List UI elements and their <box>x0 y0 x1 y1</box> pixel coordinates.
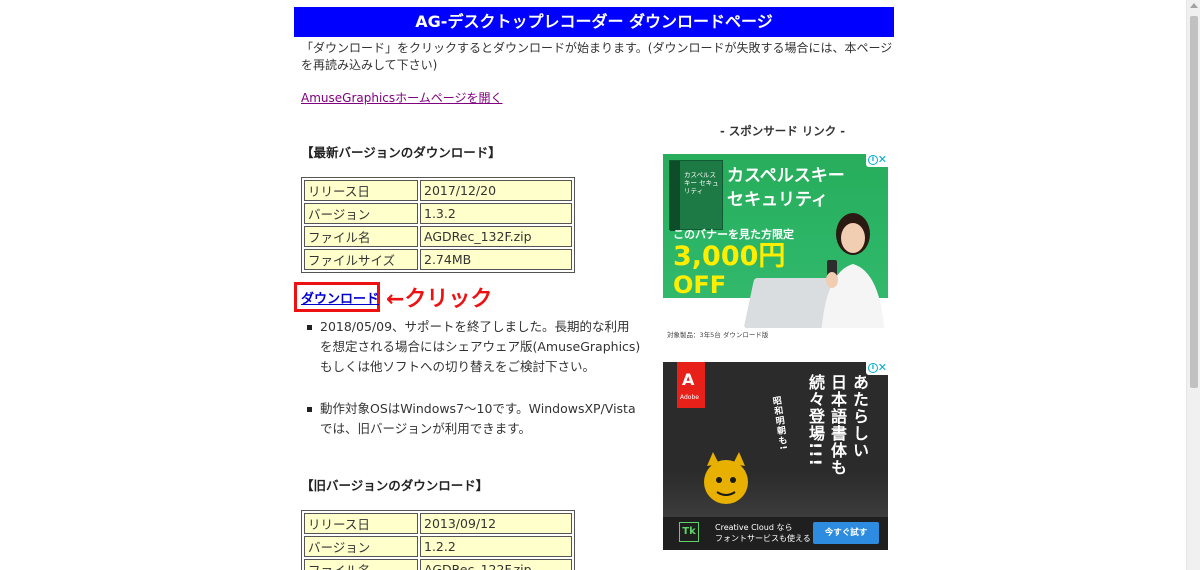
ad-vertical-text: 続々登場!!! <box>806 374 825 467</box>
ad-vertical-small-text: 昭和明朝も! <box>770 395 788 452</box>
bullet-icon <box>307 325 312 330</box>
adobe-logo-name: Adobe <box>680 394 699 401</box>
bullet-icon <box>307 407 312 412</box>
table-row: バージョン 1.3.2 <box>304 203 572 224</box>
table-value: 2.74MB <box>420 249 572 270</box>
ad-choices-icon[interactable]: i ✕ <box>866 362 888 375</box>
adobe-logo: A Adobe <box>677 362 705 408</box>
table-key: ファイル名 <box>304 559 418 570</box>
table-row: リリース日 2013/09/12 <box>304 513 572 534</box>
table-key: ファイル名 <box>304 226 418 247</box>
table-row: バージョン 1.2.2 <box>304 536 572 557</box>
ad-footer-text: Creative Cloud なら フォントサービスも使える <box>715 522 811 544</box>
table-key: バージョン <box>304 536 418 557</box>
table-row: ファイル名AGDRec_122F.zip <box>304 559 572 570</box>
scroll-up-arrow-icon[interactable] <box>1190 3 1198 8</box>
note-text: 2018/05/09、サポートを終了しました。長期的な利用を想定される場合にはシ… <box>320 319 641 374</box>
ad-vertical-text: あたらしい <box>850 374 869 459</box>
ad-footnote: 対象製品：3年5台 ダウンロード版 <box>663 328 888 342</box>
ad-footer-line: フォントサービスも使える <box>715 534 811 543</box>
table-value: 2017/12/20 <box>420 180 572 201</box>
table-value: AGDRec_132F.zip <box>420 226 572 247</box>
scrollbar-thumb[interactable] <box>1190 16 1198 388</box>
page-title: AG-デスクトップレコーダー ダウンロードページ <box>294 7 894 37</box>
ad-footer-line: Creative Cloud なら <box>715 523 793 532</box>
old-section-title: 【旧バージョンのダウンロード】 <box>301 478 489 493</box>
ad-title-line: カスペルスキー <box>727 166 845 186</box>
table-row: リリース日 2017/12/20 <box>304 180 572 201</box>
sponsor-label: - スポンサード リンク - <box>720 124 846 138</box>
notes-list: 2018/05/09、サポートを終了しました。長期的な利用を想定される場合にはシ… <box>307 317 642 461</box>
table-row: ファイルサイズ 2.74MB <box>304 249 572 270</box>
adobe-logo-mark: A <box>682 370 695 389</box>
typekit-icon: Tk <box>679 522 699 542</box>
ad-off: OFF <box>673 271 727 299</box>
latest-section-title: 【最新バージョンのダウンロード】 <box>301 145 501 160</box>
table-value: 2013/09/12 <box>420 513 572 534</box>
cat-illustration-icon <box>704 452 748 504</box>
adobe-ad-banner[interactable]: A Adobe あたらしい 日本語書体も 続々登場!!! 昭和明朝も! Tk C… <box>663 362 888 550</box>
product-box-label: カスペルスキー セキュリティ <box>684 171 719 195</box>
ad-subtitle: このバナーを見た方限定 <box>673 228 794 241</box>
ad-price: 3,000円 <box>673 241 786 272</box>
table-key: バージョン <box>304 203 418 224</box>
ad-footer: Tk Creative Cloud なら フォントサービスも使える 今すぐ試す <box>663 517 888 550</box>
product-box-image: カスペルスキー セキュリティ <box>669 160 723 231</box>
click-annotation: ←クリック <box>386 287 493 312</box>
download-link[interactable]: ダウンロード <box>301 288 379 307</box>
table-value: 1.3.2 <box>420 203 572 224</box>
intro-text: 「ダウンロード」をクリックするとダウンロードが始まります。(ダウンロードが失敗す… <box>301 41 893 72</box>
table-value: 1.2.2 <box>420 536 572 557</box>
table-key: ファイルサイズ <box>304 249 418 270</box>
list-item: 2018/05/09、サポートを終了しました。長期的な利用を想定される場合にはシ… <box>307 317 642 377</box>
home-link[interactable]: AmuseGraphicsホームページを開く <box>301 89 503 106</box>
table-key: リリース日 <box>304 513 418 534</box>
ad-vertical-text: 日本語書体も <box>828 374 847 476</box>
try-now-button[interactable]: 今すぐ試す <box>813 522 879 544</box>
list-item: 動作対象OSはWindows7〜10です。WindowsXP/Vistaでは、旧… <box>307 399 642 439</box>
table-row: ファイル名 AGDRec_132F.zip <box>304 226 572 247</box>
latest-info-table: リリース日 2017/12/20 バージョン 1.3.2 ファイル名 AGDRec_1… <box>301 177 575 273</box>
table-key: リリース日 <box>304 180 418 201</box>
note-text: 動作対象OSはWindows7〜10です。WindowsXP/Vistaでは、旧… <box>320 401 636 436</box>
woman-image <box>821 213 885 337</box>
ad-choices-icon[interactable]: i ✕ <box>866 154 888 167</box>
kaspersky-ad-banner[interactable]: カスペルスキー セキュリティ カスペルスキー セキュリティ このバナーを見た方限… <box>663 154 888 342</box>
table-value: AGDRec_122F.zip <box>420 559 572 570</box>
vertical-scrollbar[interactable] <box>1186 0 1200 570</box>
old-info-table: リリース日2013/09/12 バージョン1.2.2 ファイル名AGDRec_1… <box>301 510 575 570</box>
